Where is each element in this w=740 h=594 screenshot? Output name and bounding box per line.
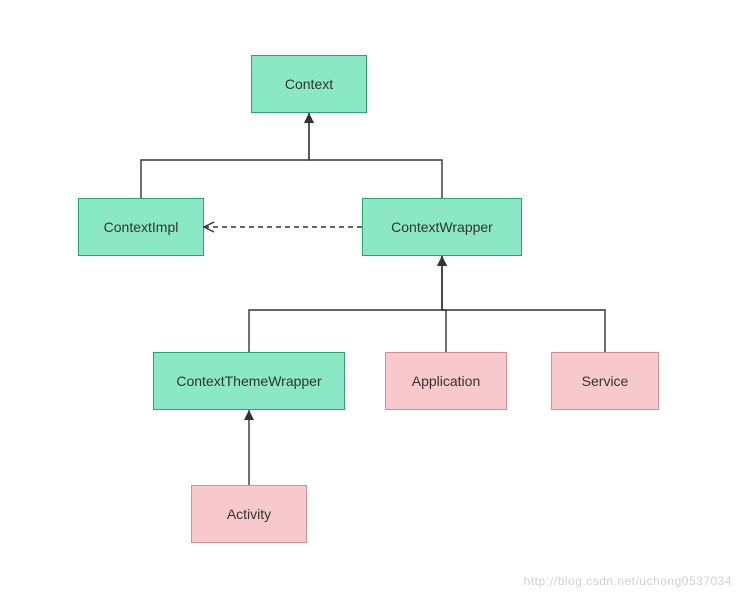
node-label: Activity bbox=[227, 506, 271, 522]
node-context: Context bbox=[251, 55, 367, 113]
diagram-edges bbox=[0, 0, 740, 594]
node-label: ContextWrapper bbox=[391, 219, 493, 235]
edge-contextImpl-to-context bbox=[141, 113, 309, 198]
node-label: ContextImpl bbox=[104, 219, 179, 235]
node-label: Service bbox=[582, 373, 629, 389]
node-application: Application bbox=[385, 352, 507, 410]
node-contextthemewrapper: ContextThemeWrapper bbox=[153, 352, 345, 410]
edge-contextWrapper-to-context bbox=[309, 113, 442, 198]
watermark-text: http󠀁://blog.csdn.net/u­chong0537034 bbox=[524, 574, 732, 588]
node-contextwrapper: ContextWrapper bbox=[362, 198, 522, 256]
node-label: Context bbox=[285, 76, 333, 92]
node-service: Service bbox=[551, 352, 659, 410]
node-activity: Activity bbox=[191, 485, 307, 543]
edge-service-to-contextWrapper bbox=[442, 256, 605, 352]
node-contextimpl: ContextImpl bbox=[78, 198, 204, 256]
node-label: Application bbox=[412, 373, 481, 389]
node-label: ContextThemeWrapper bbox=[176, 373, 321, 389]
edge-contextThemeWrapper-to-contextWrapper bbox=[249, 256, 442, 352]
edge-application-to-contextWrapper bbox=[442, 256, 446, 352]
